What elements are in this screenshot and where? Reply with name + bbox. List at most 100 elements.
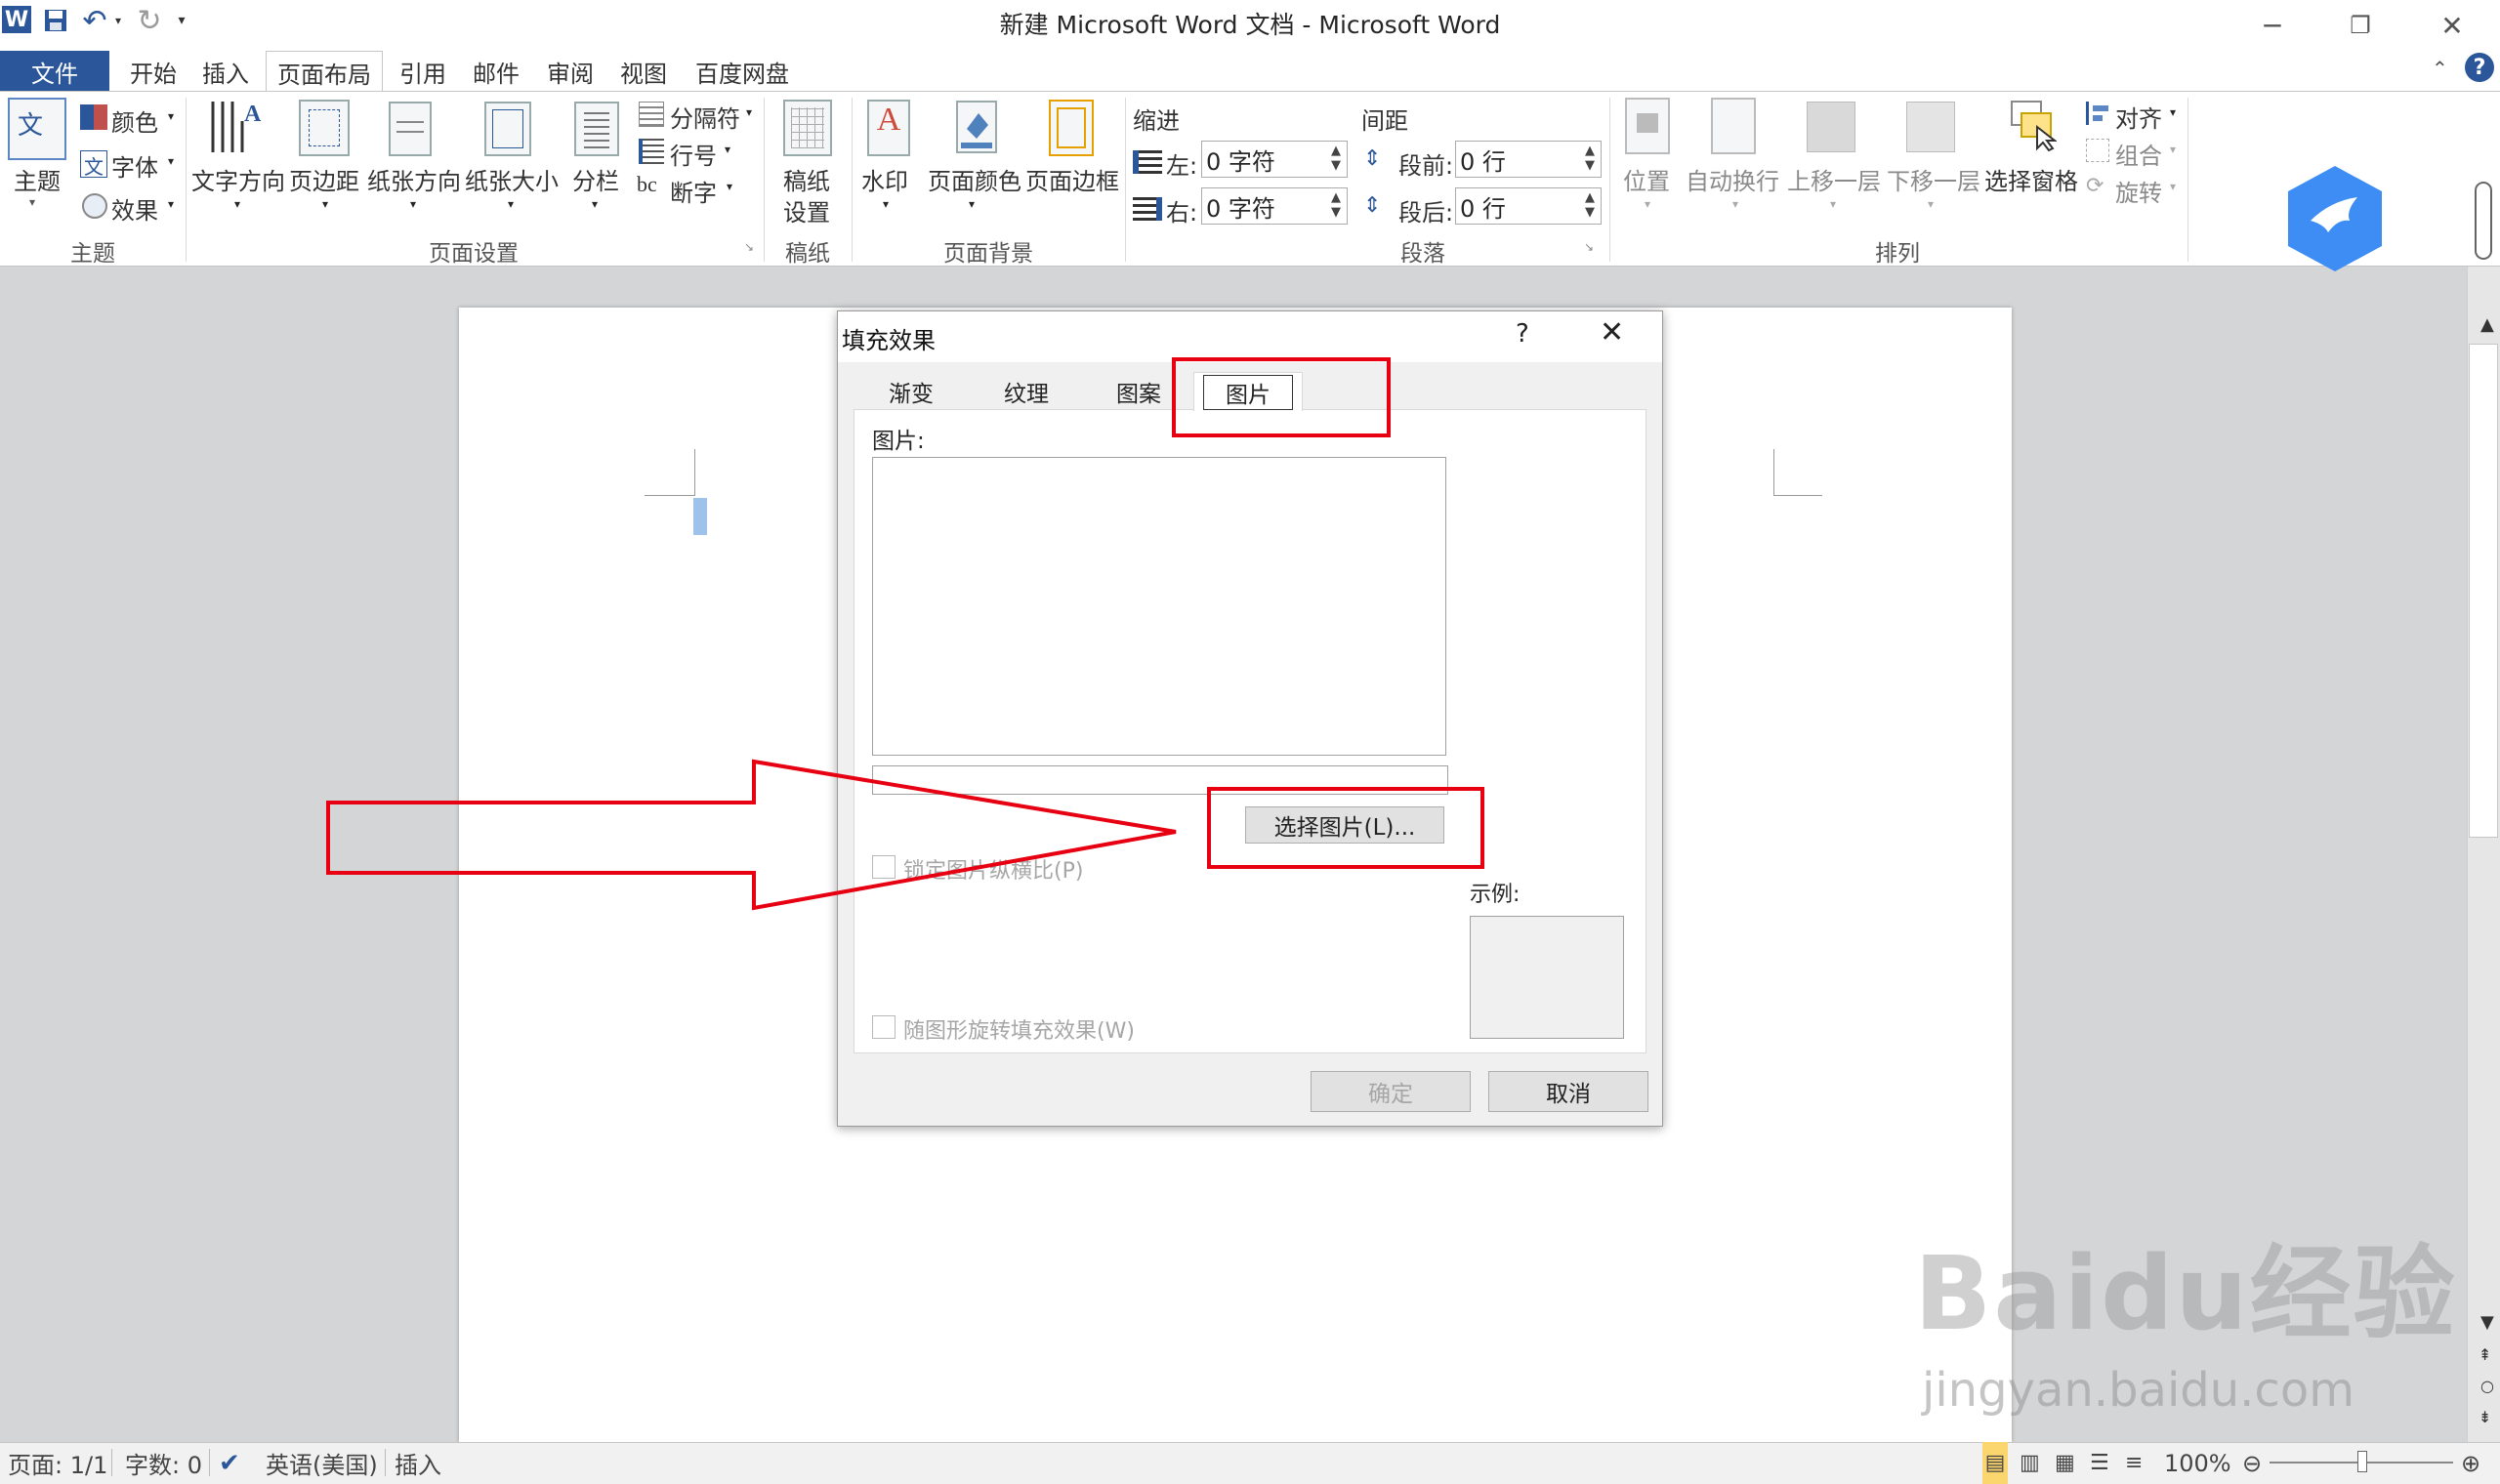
columns-dropdown-icon: ▾ (592, 197, 599, 211)
spin-arrows-icon[interactable]: ▲ ▼ (1331, 190, 1341, 220)
tab-home[interactable]: 开始 (119, 51, 188, 92)
text-cursor (693, 498, 707, 535)
spacing-before-value: 0 行 (1460, 147, 1506, 176)
zoom-out-icon[interactable]: ⊖ (2242, 1442, 2262, 1484)
indent-right-input[interactable]: 0 字符 ▲ ▼ (1201, 187, 1348, 225)
wrap-text-icon (1711, 98, 1756, 154)
cancel-button[interactable]: 取消 (1488, 1071, 1648, 1112)
themes-button[interactable]: 主题 (14, 162, 61, 196)
draft-view-icon[interactable]: ≡ (2125, 1442, 2143, 1484)
web-layout-icon[interactable]: ▦ (2055, 1442, 2075, 1484)
spin-arrows-icon[interactable]: ▲ ▼ (1331, 144, 1341, 173)
ok-button[interactable]: 确定 (1311, 1071, 1471, 1112)
scroll-up-icon[interactable]: ▲ (2480, 314, 2494, 335)
picture-tab-panel: 图片: 选择图片(L)... 锁定图片纵横比(P) 示例: 随图形旋转填充效果(… (854, 409, 1646, 1053)
baidu-watermark: Baidu经验 (1914, 1234, 2457, 1353)
hyphenation-button[interactable]: 断字 (670, 174, 717, 208)
size-button[interactable]: 纸张大小 (465, 162, 559, 196)
full-screen-reading-icon[interactable]: ▥ (2020, 1442, 2040, 1484)
colors-icon (80, 104, 107, 130)
zoom-slider-thumb[interactable] (2357, 1451, 2367, 1472)
spacing-after-icon: ⇕ (1363, 193, 1382, 218)
tab-texture[interactable]: 纹理 (969, 374, 1084, 409)
tab-gradient[interactable]: 渐变 (854, 374, 969, 409)
effects-button[interactable]: 效果 (111, 191, 158, 226)
spacing-before-label: 段前: (1398, 152, 1454, 180)
dialog-close-button[interactable]: ✕ (1600, 315, 1624, 350)
manuscript-settings-button-line2[interactable]: 设置 (783, 193, 830, 227)
spin-arrows-icon[interactable]: ▲ ▼ (1585, 190, 1595, 220)
send-backward-dropdown-icon: ▾ (1928, 197, 1935, 211)
group-button[interactable]: 组合 (2115, 137, 2162, 171)
effects-dropdown-icon: ▾ (168, 197, 175, 211)
restore-button[interactable]: ❐ (2326, 0, 2395, 51)
tab-references[interactable]: 引用 (389, 51, 457, 92)
scroll-down-icon[interactable]: ▼ (2480, 1312, 2494, 1333)
collapse-ribbon-icon[interactable]: ⌃ (2432, 57, 2448, 80)
tab-mailings[interactable]: 邮件 (461, 51, 531, 92)
tab-page-layout[interactable]: 页面布局 (266, 51, 383, 94)
zoom-level[interactable]: 100% (2164, 1442, 2231, 1484)
tab-insert[interactable]: 插入 (191, 51, 260, 92)
indent-left-value: 0 字符 (1206, 147, 1275, 176)
page-borders-button[interactable]: 页面边框 (1025, 162, 1119, 196)
wrap-text-button[interactable]: 自动换行 (1686, 162, 1779, 196)
manuscript-icon (783, 100, 832, 156)
page-count[interactable]: 页面: 1/1 (8, 1442, 107, 1484)
rotate-with-shape-label: 随图形旋转填充效果(W) (903, 1019, 1135, 1044)
tab-review[interactable]: 审阅 (535, 51, 605, 92)
manuscript-settings-button[interactable]: 稿纸 (783, 162, 830, 196)
previous-page-icon[interactable]: ⇞ (2479, 1345, 2491, 1364)
line-numbers-button[interactable]: 行号 (670, 137, 717, 171)
print-layout-view-icon[interactable]: ▤ (1982, 1442, 2008, 1484)
rotate-button[interactable]: 旋转 (2115, 174, 2162, 208)
page-color-button[interactable]: 页面颜色 (928, 162, 1021, 196)
word-count[interactable]: 字数: 0 (125, 1442, 202, 1484)
proofing-icon[interactable]: ✔ (219, 1442, 240, 1484)
hyphenation-dropdown-icon: ▾ (727, 180, 733, 193)
columns-button[interactable]: 分栏 (572, 162, 619, 196)
spacing-after-input[interactable]: 0 行 ▲ ▼ (1455, 187, 1602, 225)
language-indicator[interactable]: 英语(美国) (266, 1442, 378, 1484)
margins-button[interactable]: 页边距 (289, 162, 359, 196)
breaks-icon (639, 102, 664, 127)
indent-left-input[interactable]: 0 字符 ▲ ▼ (1201, 141, 1348, 178)
scrollbar-thumb[interactable] (2469, 344, 2498, 838)
indent-right-label: 右: (1166, 199, 1198, 227)
tab-baidu-netdisk[interactable]: 百度网盘 (684, 51, 801, 92)
browse-object-icon[interactable]: ○ (2480, 1377, 2494, 1395)
selection-pane-button[interactable]: 选择窗格 (1984, 162, 2078, 196)
baidu-netdisk-logo-icon[interactable] (2281, 162, 2389, 275)
orientation-button[interactable]: 纸张方向 (367, 162, 461, 196)
help-icon[interactable]: ? (2465, 53, 2494, 82)
page-setup-launcher-icon[interactable]: ↘ (744, 240, 754, 254)
colors-button[interactable]: 颜色 (111, 103, 158, 138)
tab-view[interactable]: 视图 (609, 51, 678, 92)
bring-forward-button[interactable]: 上移一层 (1787, 162, 1881, 196)
tab-picture[interactable]: 图片 (1193, 372, 1303, 411)
outline-view-icon[interactable]: ☰ (2090, 1442, 2109, 1484)
send-backward-button[interactable]: 下移一层 (1887, 162, 1980, 196)
breaks-button[interactable]: 分隔符 (670, 100, 740, 134)
close-window-button[interactable]: ✕ (2418, 0, 2486, 51)
align-button[interactable]: 对齐 (2115, 100, 2162, 134)
ruler-toggle-icon[interactable] (2475, 182, 2492, 260)
zoom-in-icon[interactable]: ⊕ (2461, 1442, 2480, 1484)
fonts-button[interactable]: 字体 (111, 148, 158, 183)
spin-arrows-icon[interactable]: ▲ ▼ (1585, 144, 1595, 173)
send-backward-icon (1906, 102, 1955, 152)
position-button[interactable]: 位置 (1623, 162, 1670, 196)
size-icon (484, 102, 531, 156)
minimize-button[interactable]: ─ (2238, 0, 2307, 51)
dialog-help-button[interactable]: ? (1516, 319, 1529, 349)
spacing-before-input[interactable]: 0 行 ▲ ▼ (1455, 141, 1602, 178)
watermark-dropdown-icon: ▾ (883, 197, 890, 211)
insert-mode-indicator[interactable]: 插入 (395, 1442, 441, 1484)
watermark-button[interactable]: 水印 (861, 162, 908, 196)
rotate-with-shape-checkbox[interactable] (872, 1015, 896, 1039)
paragraph-launcher-icon[interactable]: ↘ (1584, 240, 1594, 254)
next-page-icon[interactable]: ⇟ (2479, 1408, 2491, 1426)
text-direction-button[interactable]: 文字方向 (191, 162, 285, 196)
tab-file[interactable]: 文件 (0, 51, 109, 92)
picture-label: 图片: (872, 429, 925, 454)
